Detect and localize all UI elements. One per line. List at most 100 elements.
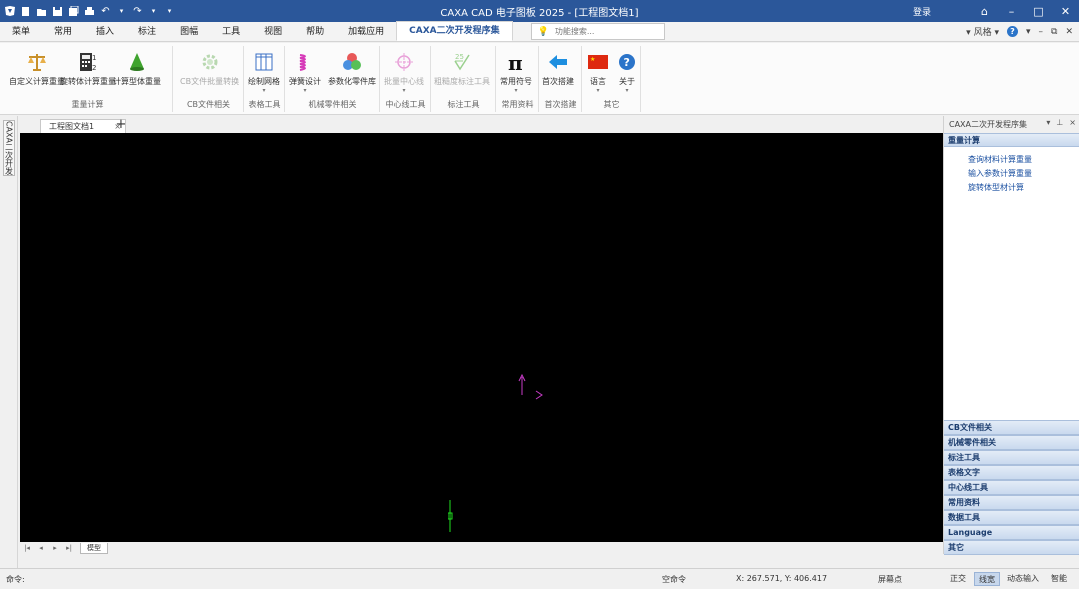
prev-sheet-button[interactable]: ◂ [36, 544, 46, 552]
quick-access-toolbar: ↶ ▾ ↷ ▾ ▾ [0, 0, 176, 22]
help-icon[interactable]: ? [1006, 26, 1018, 37]
panel-item-material-weight[interactable]: 查询材料计算重量 [944, 153, 1079, 167]
ortho-toggle[interactable]: 正交 [946, 572, 970, 586]
open-folder-icon[interactable] [35, 5, 48, 18]
china-flag-icon: ★ [586, 50, 610, 74]
roughness-icon: 25 [450, 50, 474, 74]
spring-design-button[interactable]: 弹簧设计 ▾ [289, 50, 321, 94]
function-search-input[interactable]: 💡 功能搜索... [530, 23, 665, 40]
restore-icon[interactable]: ⌂ [971, 0, 998, 22]
cone-icon [125, 50, 149, 74]
ribbon-close-icon[interactable]: ✕ [1065, 27, 1073, 37]
panel-item-revolve-calc[interactable]: 旋转体型材计算 [944, 181, 1079, 195]
panel-section-table-text[interactable]: 表格文字 [944, 465, 1079, 480]
customize-icon[interactable]: ▾ [163, 5, 176, 18]
style-menu[interactable]: ▾ 风格 ▾ [966, 25, 999, 38]
tab-help[interactable]: 帮助 [294, 23, 336, 41]
chevron-down-icon: ▾ [402, 87, 406, 94]
parametric-parts-button[interactable]: 参数化零件库 [328, 50, 376, 87]
next-sheet-button[interactable]: ▸ [50, 544, 60, 552]
tab-menu[interactable]: 菜单 [0, 23, 42, 41]
ribbon: 自定义计算重量 12 旋转体计算重量 计算型体重量 重量计算 CB文件批量转换 … [0, 43, 1079, 115]
batch-centerline-button[interactable]: 批量中心线 ▾ [384, 50, 424, 94]
panel-section-centerline[interactable]: 中心线工具 [944, 480, 1079, 495]
panel-section-cb-file[interactable]: CB文件相关 [944, 420, 1079, 435]
tab-dimension[interactable]: 标注 [126, 23, 168, 41]
add-tab-button[interactable]: + [114, 118, 128, 132]
roughness-annotation-button[interactable]: 25 粗糙度标注工具 [434, 50, 490, 87]
drawing-canvas[interactable] [20, 133, 943, 542]
custom-weight-button[interactable]: 自定义计算重量 [9, 50, 65, 87]
app-logo-icon[interactable] [3, 5, 16, 18]
tab-common[interactable]: 常用 [42, 23, 84, 41]
dropdown-icon[interactable]: ▾ [115, 5, 128, 18]
group-annotation-tools: 25 粗糙度标注工具 标注工具 [432, 46, 496, 112]
redo-icon[interactable]: ↷ [131, 5, 144, 18]
left-side-strip: CAXA二次开发 [0, 116, 18, 568]
panel-menu-icon[interactable]: ▾ [1046, 118, 1050, 127]
chevron-down-icon: ▾ [625, 87, 629, 94]
smart-toggle[interactable]: 智能 [1047, 572, 1071, 586]
ribbon-restore-icon[interactable]: ⧉ [1051, 27, 1057, 37]
sheet-tab-bar: |◂ ◂ ▸ ▸| 模型 [18, 542, 943, 554]
cb-batch-convert-button[interactable]: CB文件批量转换 [180, 50, 239, 87]
spring-icon [293, 50, 317, 74]
close-icon[interactable]: × [1069, 118, 1076, 127]
chevron-down-icon: ▾ [514, 87, 518, 94]
panel-collapsed-sections: CB文件相关 机械零件相关 标注工具 表格文字 中心线工具 常用资料 数据工具 … [944, 420, 1079, 555]
common-symbols-button[interactable]: π 常用符号 ▾ [500, 50, 532, 94]
ribbon-minimize-icon[interactable]: – [1039, 27, 1044, 37]
dropdown-icon[interactable]: ▾ [147, 5, 160, 18]
close-icon[interactable]: ✕ [1052, 0, 1079, 22]
first-sheet-button[interactable]: |◂ [22, 544, 32, 552]
arrow-left-icon [546, 50, 570, 74]
tab-frame[interactable]: 图幅 [168, 23, 210, 41]
svg-text:★: ★ [590, 56, 595, 63]
panel-section-weight[interactable]: 重量计算 [944, 133, 1079, 147]
panel-section-other[interactable]: 其它 [944, 540, 1079, 555]
save-all-icon[interactable] [67, 5, 80, 18]
print-icon[interactable] [83, 5, 96, 18]
pin-icon[interactable]: ⊥ [1056, 118, 1063, 127]
login-link[interactable]: 登录 [913, 5, 931, 18]
help-dropdown-icon[interactable]: ▾ [1026, 27, 1031, 37]
tab-load-app[interactable]: 加载应用 [336, 23, 396, 41]
svg-text:π: π [508, 51, 523, 73]
sheet-tab-model[interactable]: 模型 [80, 542, 108, 554]
panel-section-annotation[interactable]: 标注工具 [944, 450, 1079, 465]
panel-item-param-weight[interactable]: 输入参数计算重量 [944, 167, 1079, 181]
panel-section-common-data[interactable]: 常用资料 [944, 495, 1079, 510]
panel-section-mech-parts[interactable]: 机械零件相关 [944, 435, 1079, 450]
about-button[interactable]: ? 关于 ▾ [615, 50, 639, 94]
save-icon[interactable] [51, 5, 64, 18]
document-tab-bar: 工程图文档1 × + [18, 116, 943, 133]
first-setup-button[interactable]: 首次搭建 [542, 50, 574, 87]
draw-grid-button[interactable]: 绘制网格 ▾ [248, 50, 280, 94]
shape-weight-button[interactable]: 计算型体重量 [113, 50, 161, 87]
revolve-weight-button[interactable]: 12 旋转体计算重量 [60, 50, 116, 87]
tab-view[interactable]: 视图 [252, 23, 294, 41]
group-first-setup: 首次搭建 首次搭建 [540, 46, 582, 112]
minimize-icon[interactable]: – [998, 0, 1025, 22]
tab-insert[interactable]: 插入 [84, 23, 126, 41]
tab-caxa-dev[interactable]: CAXA二次开发程序集 [396, 21, 513, 41]
snap-mode[interactable]: 屏幕点 [878, 574, 902, 585]
dynamic-input-toggle[interactable]: 动态输入 [1003, 572, 1043, 586]
tab-tools[interactable]: 工具 [210, 23, 252, 41]
gear-icon [198, 50, 222, 74]
language-button[interactable]: ★ 语言 ▾ [586, 50, 610, 94]
maximize-icon[interactable]: □ [1025, 0, 1052, 22]
last-sheet-button[interactable]: ▸| [64, 544, 74, 552]
panel-section-data-tools[interactable]: 数据工具 [944, 510, 1079, 525]
group-mechanical-parts: 弹簧设计 ▾ 参数化零件库 机械零件相关 [286, 46, 380, 112]
lineweight-toggle[interactable]: 线宽 [974, 572, 1000, 586]
undo-icon[interactable]: ↶ [99, 5, 112, 18]
coordinate-readout: X: 267.571, Y: 406.417 [736, 574, 828, 583]
status-bar: 命令: 空命令 X: 267.571, Y: 406.417 屏幕点 正交 线宽… [0, 568, 1079, 589]
new-file-icon[interactable] [19, 5, 32, 18]
vertical-tab-caxa-dev[interactable]: CAXA二次开发 [3, 120, 15, 176]
spheres-icon [340, 50, 364, 74]
pi-icon: π [504, 50, 528, 74]
panel-section-language[interactable]: Language [944, 525, 1079, 540]
menu-bar: 菜单 常用 插入 标注 图幅 工具 视图 帮助 加载应用 CAXA二次开发程序集… [0, 21, 1079, 42]
